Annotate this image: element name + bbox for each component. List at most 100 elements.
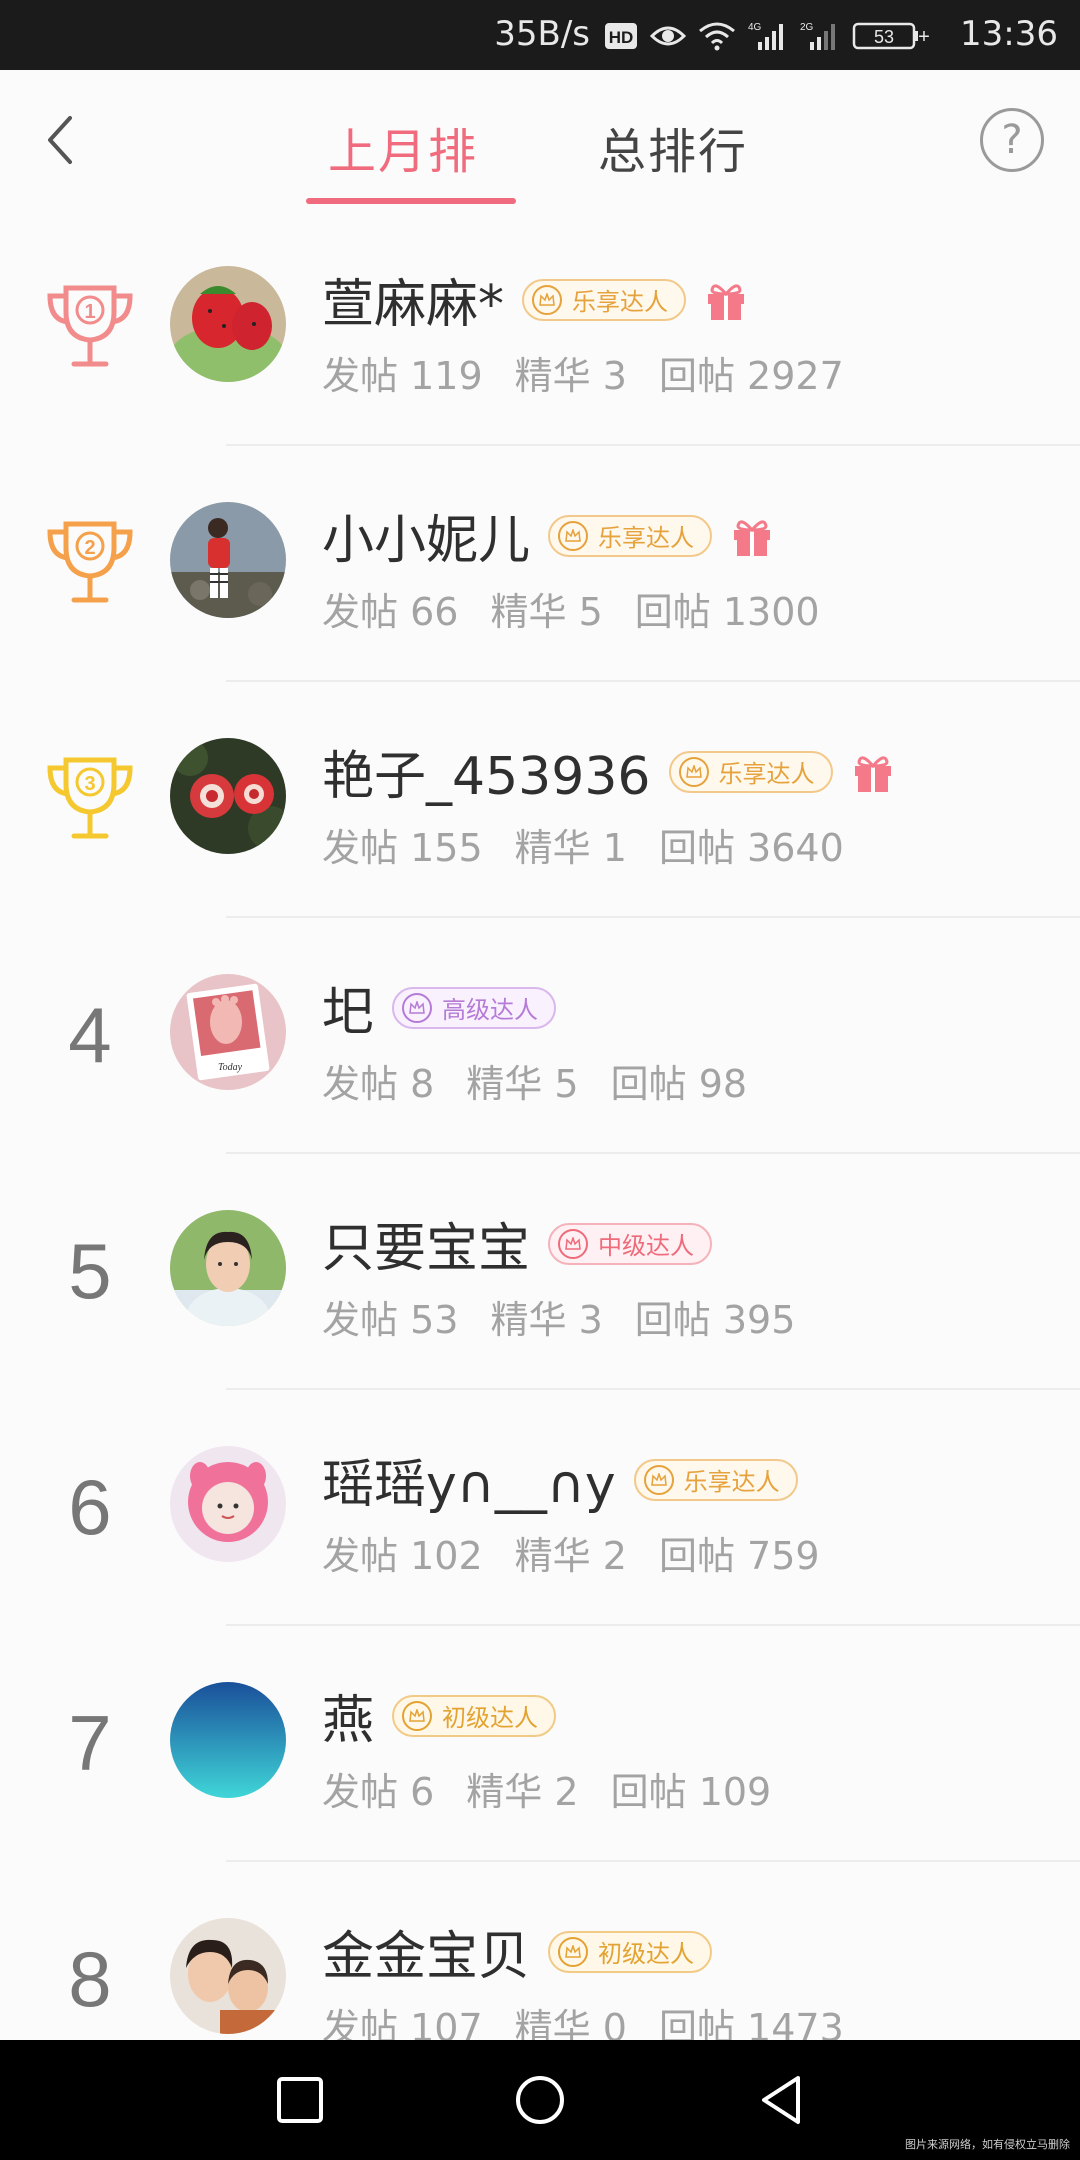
recent-apps-button[interactable] (270, 2070, 330, 2130)
status-icons: HD 4G 2G 53 + (604, 16, 930, 56)
ranking-row[interactable]: 4 Today 圯 高级达人 发帖 8 精华 5 回帖 98 (0, 918, 1080, 1154)
trophy-gold-icon: 1 (47, 285, 133, 367)
avatar[interactable] (170, 266, 286, 382)
gift-icon[interactable] (704, 278, 748, 322)
eye-icon (650, 26, 686, 46)
ranking-list: 1 萱麻麻* 乐享达人 发帖 119 精华 3 回帖 2927 2 小小妮儿 乐享达… (0, 210, 1080, 2040)
svg-text:2G: 2G (800, 22, 814, 33)
user-name-line: 萱麻麻* 乐享达人 (322, 262, 748, 337)
clock: 13:36 (960, 14, 1058, 54)
avatar[interactable] (170, 738, 286, 854)
ranking-row[interactable]: 2 小小妮儿 乐享达人 发帖 66 精华 5 回帖 1300 (0, 446, 1080, 682)
svg-text:HD: HD (609, 28, 634, 47)
ranking-row[interactable]: 8 金金宝贝 初级达人 发帖 107 精华 0 回帖 1473 (0, 1862, 1080, 2040)
user-name[interactable]: 金金宝贝 (322, 1914, 530, 1989)
svg-text:3: 3 (84, 773, 95, 795)
status-bar: 35B/s HD 4G 2G 53 + 13:36 (0, 0, 1080, 70)
help-button[interactable]: ? (980, 108, 1044, 172)
user-stats: 发帖 119 精华 3 回帖 2927 (322, 354, 844, 398)
user-stats: 发帖 102 精华 2 回帖 759 (322, 1534, 820, 1578)
user-name[interactable]: 圯 (322, 970, 374, 1045)
user-stats: 发帖 53 精华 3 回帖 395 (322, 1298, 796, 1342)
crown-icon (402, 992, 433, 1023)
user-name[interactable]: 萱麻麻* (322, 262, 504, 337)
battery-level: 53 (874, 27, 894, 47)
ranking-row[interactable]: 3 艳子_453936 乐享达人 发帖 155 精华 1 回帖 3640 (0, 682, 1080, 918)
wifi-icon (699, 22, 735, 51)
user-name-line: 瑶瑶y∩__∩y 乐享达人 (322, 1442, 798, 1517)
ranking-row[interactable]: 1 萱麻麻* 乐享达人 发帖 119 精华 3 回帖 2927 (0, 210, 1080, 446)
back-nav-button[interactable] (752, 2070, 812, 2130)
crown-icon (532, 284, 563, 315)
battery-icon: 53 + (852, 22, 930, 50)
rank-number: 8 (68, 1935, 112, 2023)
user-name[interactable]: 小小妮儿 (322, 498, 530, 573)
chevron-left-icon (48, 116, 72, 164)
tab-total-ranking[interactable]: 总排行 (598, 112, 748, 182)
crown-icon (643, 1464, 674, 1495)
system-nav-bar: 图片来源网络，如有侵权立马删除 (0, 2040, 1080, 2160)
level-badge: 乐享达人 (668, 750, 833, 793)
level-badge: 初级达人 (392, 1694, 557, 1737)
user-stats: 发帖 8 精华 5 回帖 98 (322, 1062, 748, 1106)
user-name[interactable]: 燕 (322, 1678, 374, 1753)
trophy-silver-icon: 2 (47, 521, 133, 603)
user-name-line: 燕 初级达人 (322, 1678, 557, 1753)
svg-text:2: 2 (84, 537, 95, 559)
level-badge: 乐享达人 (522, 278, 687, 321)
net-speed: 35B/s (494, 14, 590, 54)
rank-number: 6 (68, 1463, 112, 1551)
avatar[interactable] (170, 1918, 286, 2034)
rank-number: 4 (68, 991, 112, 1079)
signal-4g-icon: 4G (748, 22, 783, 50)
crown-icon (558, 520, 589, 551)
svg-text:1: 1 (84, 301, 95, 323)
crown-icon (678, 756, 709, 787)
user-name[interactable]: 瑶瑶y∩__∩y (322, 1442, 616, 1517)
avatar[interactable] (170, 1210, 286, 1326)
ranking-row[interactable]: 7 燕 初级达人 发帖 6 精华 2 回帖 109 (0, 1626, 1080, 1862)
avatar[interactable] (170, 1682, 286, 1798)
user-stats: 发帖 66 精华 5 回帖 1300 (322, 590, 820, 634)
svg-text:4G: 4G (748, 22, 762, 33)
user-name[interactable]: 只要宝宝 (322, 1206, 530, 1281)
home-button[interactable] (510, 2070, 570, 2130)
user-name-line: 只要宝宝 中级达人 (322, 1206, 713, 1281)
user-stats: 发帖 155 精华 1 回帖 3640 (322, 826, 844, 870)
ranking-row[interactable]: 5 只要宝宝 中级达人 发帖 53 精华 3 回帖 395 (0, 1154, 1080, 1390)
header: 上月排 总排行 ? (0, 70, 1080, 210)
avatar[interactable]: Today (170, 974, 286, 1090)
level-badge: 乐享达人 (633, 1458, 798, 1501)
svg-text:Today: Today (218, 1062, 243, 1073)
help-icon: ? (1001, 117, 1023, 163)
active-tab-indicator (306, 198, 516, 204)
back-button[interactable] (30, 110, 90, 170)
avatar[interactable] (170, 502, 286, 618)
user-name-line: 金金宝贝 初级达人 (322, 1914, 713, 1989)
avatar[interactable] (170, 1446, 286, 1562)
crown-icon (402, 1700, 433, 1731)
user-name[interactable]: 艳子_453936 (322, 734, 651, 809)
ranking-row[interactable]: 6 瑶瑶y∩__∩y 乐享达人 发帖 102 精华 2 回帖 759 (0, 1390, 1080, 1626)
hd-icon: HD (605, 23, 637, 49)
crown-icon (558, 1228, 589, 1259)
gift-icon[interactable] (851, 750, 895, 794)
signal-2g-icon: 2G (800, 22, 835, 50)
crown-icon (558, 1936, 589, 1967)
level-badge: 初级达人 (548, 1930, 713, 1973)
user-name-line: 小小妮儿 乐享达人 (322, 498, 774, 573)
user-stats: 发帖 6 精华 2 回帖 109 (322, 1770, 772, 1814)
level-badge: 高级达人 (392, 986, 557, 1029)
watermark-text: 图片来源网络，如有侵权立马删除 (905, 2138, 1070, 2151)
user-name-line: 圯 高级达人 (322, 970, 557, 1045)
svg-text:+: + (918, 26, 930, 48)
rank-number: 5 (68, 1227, 112, 1315)
trophy-bronze-icon: 3 (47, 757, 133, 839)
user-name-line: 艳子_453936 乐享达人 (322, 734, 895, 809)
user-stats: 发帖 107 精华 0 回帖 1473 (322, 2006, 844, 2040)
gift-icon[interactable] (730, 514, 774, 558)
tab-last-month[interactable]: 上月排 (328, 112, 478, 182)
level-badge: 乐享达人 (548, 514, 713, 557)
rank-number: 7 (68, 1699, 112, 1787)
level-badge: 中级达人 (548, 1222, 713, 1265)
